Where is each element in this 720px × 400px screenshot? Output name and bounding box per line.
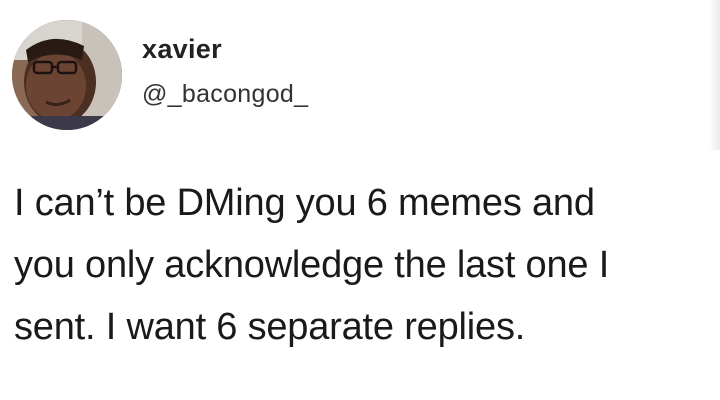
profile-photo-icon xyxy=(12,20,122,130)
tweet-text: I can’t be DMing you 6 memes and you onl… xyxy=(14,172,704,358)
edge-shadow xyxy=(708,0,720,150)
user-handle[interactable]: @_bacongod_ xyxy=(142,80,308,109)
display-name[interactable]: xavier xyxy=(142,34,222,65)
tweet-card: xavier @_bacongod_ I can’t be DMing you … xyxy=(0,0,720,400)
tweet-line: sent. I want 6 separate replies. xyxy=(14,306,526,348)
tweet-line: you only acknowledge the last one I xyxy=(14,244,610,286)
avatar[interactable] xyxy=(12,20,122,130)
tweet-line: I can’t be DMing you 6 memes and xyxy=(14,182,595,224)
